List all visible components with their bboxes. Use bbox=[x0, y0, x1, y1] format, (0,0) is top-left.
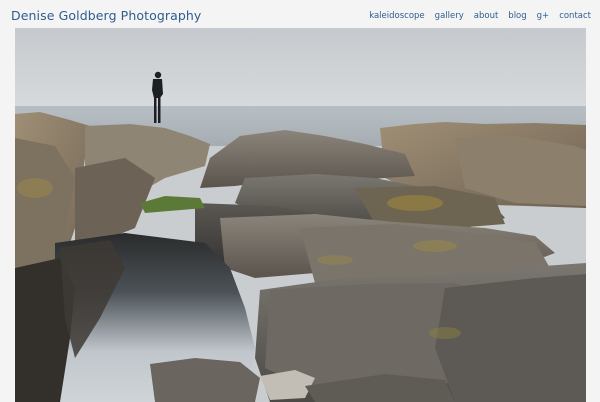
main-nav: kaleidoscope gallery about blog g+ conta… bbox=[359, 11, 591, 21]
site-title-link[interactable]: Denise Goldberg Photography bbox=[11, 8, 201, 23]
featured-photo-image bbox=[15, 28, 586, 402]
nav-item-contact[interactable]: contact bbox=[559, 11, 591, 21]
nav-item-gallery[interactable]: gallery bbox=[435, 11, 464, 21]
nav-item-about[interactable]: about bbox=[474, 11, 499, 21]
site-header: Denise Goldberg Photography kaleidoscope… bbox=[0, 0, 600, 30]
nav-item-blog[interactable]: blog bbox=[508, 11, 526, 21]
featured-photo[interactable] bbox=[15, 28, 586, 402]
nav-item-google-plus[interactable]: g+ bbox=[537, 11, 550, 21]
nav-item-kaleidoscope[interactable]: kaleidoscope bbox=[369, 11, 424, 21]
